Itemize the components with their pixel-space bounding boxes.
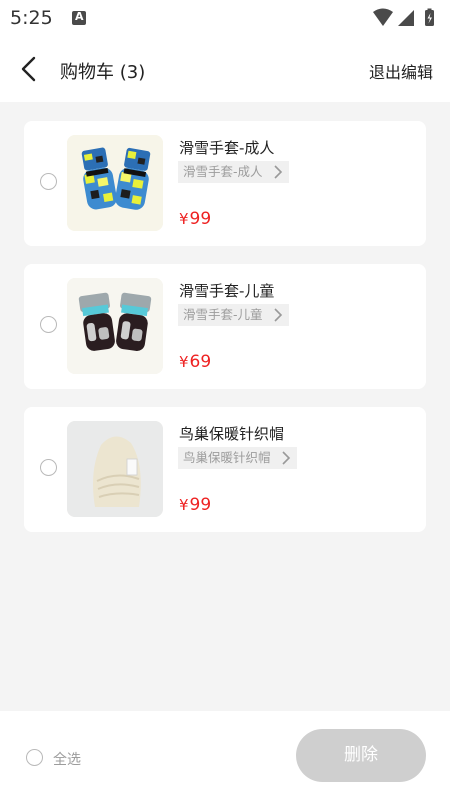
variant-selector[interactable]: 滑雪手套-成人	[178, 161, 289, 183]
page-title: 购物车 (3)	[60, 62, 146, 83]
wifi-icon	[373, 8, 393, 26]
chevron-right-icon	[273, 165, 282, 179]
cart-list: 滑雪手套-成人 滑雪手套-成人 ¥99 滑雪手套-儿童 滑雪手套-儿童 ¥69 …	[24, 121, 426, 550]
variant-label: 滑雪手套-成人	[183, 164, 263, 179]
select-all-radio[interactable]	[26, 749, 43, 766]
item-select-radio[interactable]	[40, 316, 57, 333]
product-name[interactable]: 滑雪手套-成人	[179, 137, 274, 158]
currency-symbol: ¥	[179, 496, 189, 514]
chevron-left-icon	[21, 56, 36, 82]
currency-symbol: ¥	[179, 353, 189, 371]
exit-edit-button[interactable]: 退出编辑	[369, 59, 433, 83]
product-price: ¥69	[179, 352, 211, 372]
price-value: 99	[189, 209, 212, 229]
currency-symbol: ¥	[179, 210, 189, 228]
product-price: ¥99	[179, 495, 211, 515]
status-icons	[372, 8, 440, 28]
cart-item: 鸟巢保暖针织帽 鸟巢保暖针织帽 ¥99	[24, 407, 426, 532]
price-value: 99	[189, 495, 212, 515]
product-image-knit-hat[interactable]	[67, 421, 163, 517]
chevron-right-icon	[273, 308, 282, 322]
product-image-ski-gloves-kids[interactable]	[67, 278, 163, 374]
product-name[interactable]: 鸟巢保暖针织帽	[179, 423, 284, 444]
variant-selector[interactable]: 鸟巢保暖针织帽	[178, 447, 297, 469]
back-button[interactable]	[14, 52, 48, 86]
price-value: 69	[189, 352, 212, 372]
notification-a-icon	[72, 10, 86, 25]
product-image-ski-gloves-adult[interactable]	[67, 135, 163, 231]
bottom-action-bar: 全选 删除	[0, 711, 450, 800]
status-bar: 5:25	[0, 0, 450, 36]
variant-selector[interactable]: 滑雪手套-儿童	[178, 304, 289, 326]
app-bar: 购物车 (3) 退出编辑	[0, 36, 450, 102]
delete-button[interactable]: 删除	[296, 729, 426, 782]
product-name[interactable]: 滑雪手套-儿童	[179, 280, 274, 301]
variant-label: 鸟巢保暖针织帽	[183, 450, 271, 465]
cart-item: 滑雪手套-成人 滑雪手套-成人 ¥99	[24, 121, 426, 246]
item-select-radio[interactable]	[40, 173, 57, 190]
cart-item: 滑雪手套-儿童 滑雪手套-儿童 ¥69	[24, 264, 426, 389]
chevron-right-icon	[281, 451, 290, 465]
item-select-radio[interactable]	[40, 459, 57, 476]
battery-icon	[425, 8, 434, 26]
select-all-label: 全选	[53, 752, 81, 768]
status-time: 5:25	[10, 7, 53, 29]
product-price: ¥99	[179, 209, 211, 229]
variant-label: 滑雪手套-儿童	[183, 307, 263, 322]
signal-icon	[398, 10, 414, 26]
